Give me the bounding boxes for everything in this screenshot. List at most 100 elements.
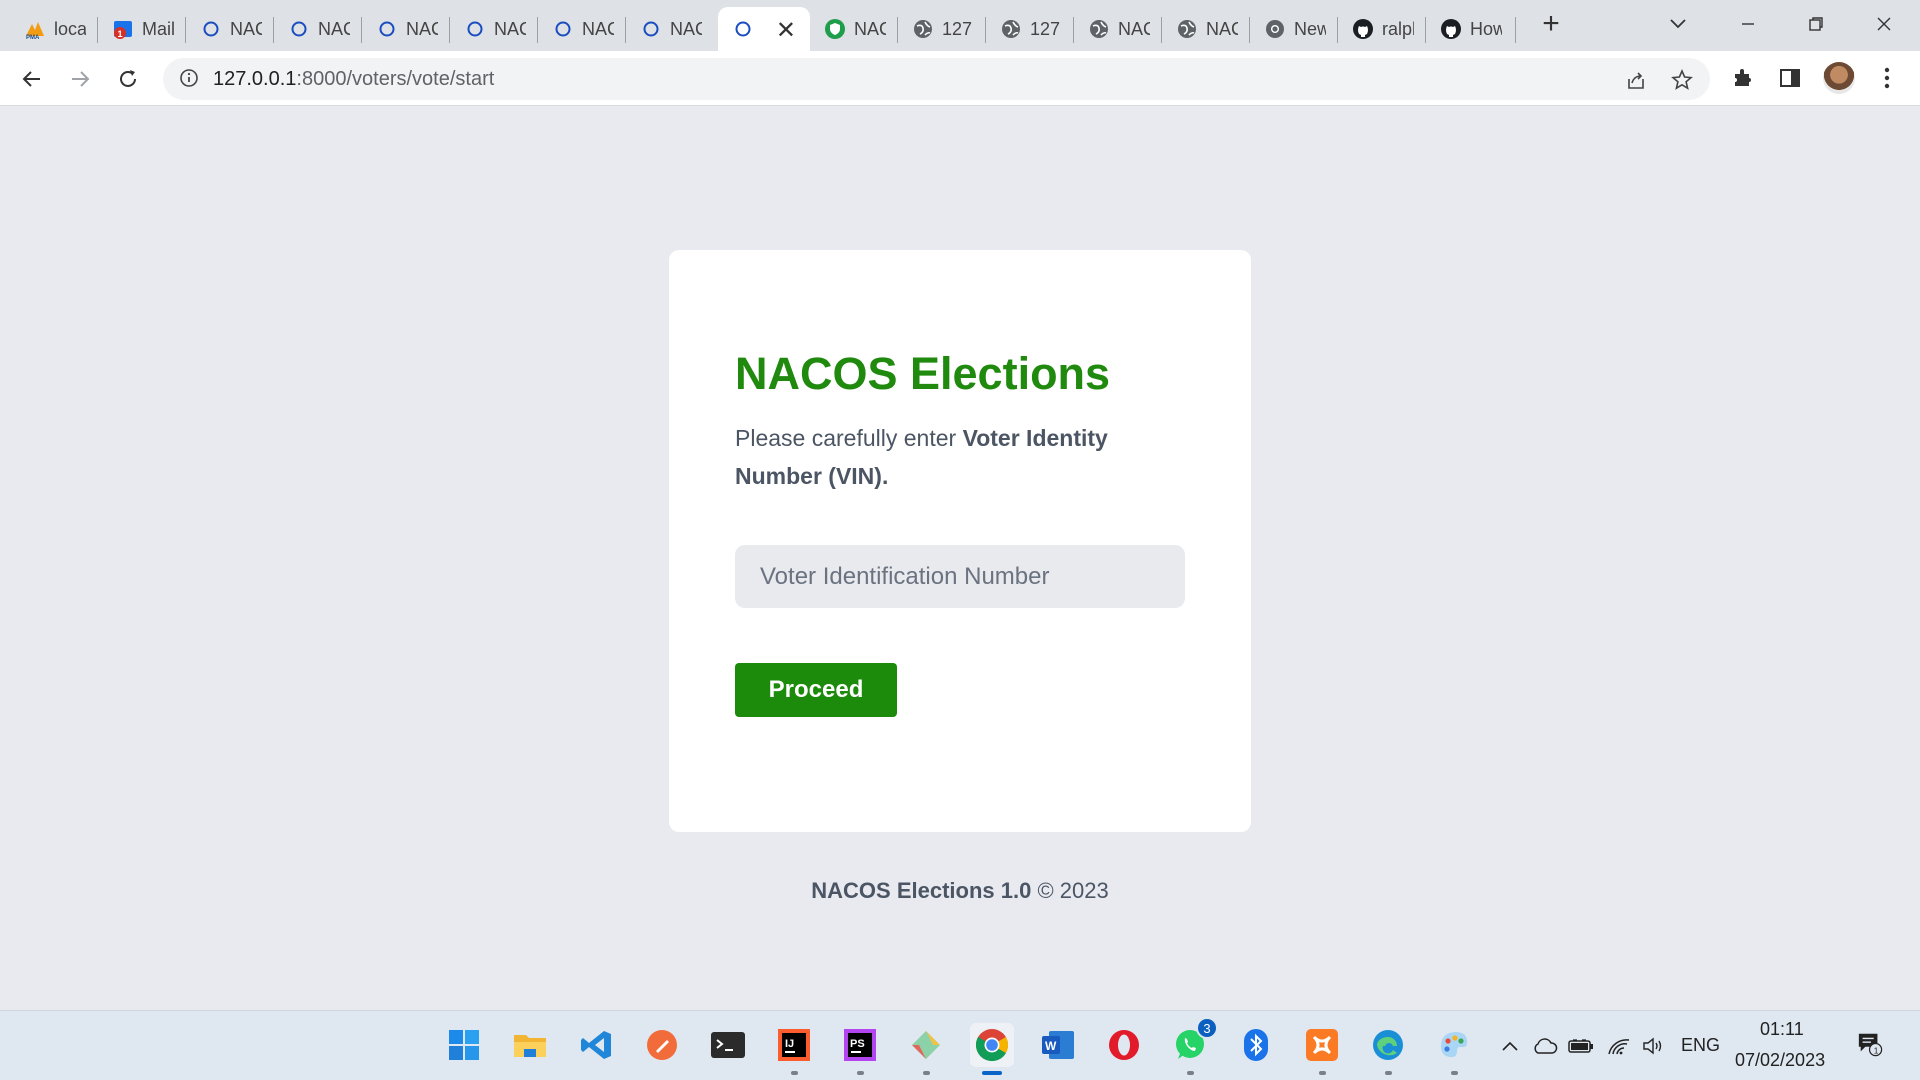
postman-icon[interactable] xyxy=(640,1023,684,1067)
share-icon[interactable] xyxy=(1623,67,1649,93)
loading-circle-icon xyxy=(640,18,662,40)
tab-title: NACOS xyxy=(854,18,886,39)
terminal-icon[interactable] xyxy=(706,1023,750,1067)
xampp-icon[interactable] xyxy=(1300,1023,1344,1075)
phpmyadmin-icon: PMA xyxy=(24,18,46,40)
tab-github-ralph[interactable]: ralph xyxy=(1338,7,1426,51)
tab-nacos-9[interactable]: NACOS xyxy=(1162,7,1250,51)
vote-start-card: NACOS Elections Please carefully enter V… xyxy=(669,250,1251,832)
back-button[interactable] xyxy=(16,63,48,95)
tab-nacos-8[interactable]: NACOS xyxy=(1074,7,1162,51)
tab-new[interactable]: New xyxy=(1250,7,1338,51)
bluetooth-icon[interactable] xyxy=(1234,1023,1278,1067)
tab-search-button[interactable] xyxy=(1648,4,1708,44)
browser-toolbar: 127.0.0.1:8000/voters/vote/start xyxy=(0,51,1920,106)
tab-mail[interactable]: 1 Mail xyxy=(98,7,186,51)
globe-icon xyxy=(1176,18,1198,40)
tab-nacos-4[interactable]: NACOS xyxy=(450,7,538,51)
tab-nacos-3[interactable]: NACOS xyxy=(362,7,450,51)
tab-title: NACOS xyxy=(1118,18,1150,39)
tab-nacos-5[interactable]: NACOS xyxy=(538,7,626,51)
file-explorer-icon[interactable] xyxy=(508,1023,552,1067)
opera-icon[interactable] xyxy=(1102,1023,1146,1067)
tab-title: NACOS xyxy=(494,18,526,39)
tab-active[interactable]: ✕ xyxy=(718,7,810,51)
clock-date[interactable]: 07/02/2023 xyxy=(1735,1050,1825,1071)
star-icon[interactable] xyxy=(1669,67,1695,93)
profile-avatar[interactable] xyxy=(1823,62,1855,94)
globe-icon xyxy=(1088,18,1110,40)
tab-nacos-7[interactable]: NACOS xyxy=(810,7,898,51)
tab-nacos-2[interactable]: NACOS xyxy=(274,7,362,51)
menu-kebab-icon[interactable] xyxy=(1873,64,1901,92)
tab-separator xyxy=(1515,17,1516,43)
svg-text:IJ: IJ xyxy=(785,1038,794,1050)
proceed-button[interactable]: Proceed xyxy=(735,663,897,717)
globe-icon xyxy=(1000,18,1022,40)
arrow-left-icon xyxy=(22,71,40,87)
arrow-right-icon xyxy=(72,71,90,87)
chevron-down-icon xyxy=(1670,19,1686,29)
paint-icon[interactable] xyxy=(1432,1023,1476,1075)
footer-copyright: © 2023 xyxy=(1031,878,1109,903)
tab-title: 127 xyxy=(1030,18,1061,39)
language-indicator[interactable]: ENG xyxy=(1681,1035,1720,1056)
windows-taskbar: IJ PS W 3 ENG 01:11 07/02/2023 1 xyxy=(0,1010,1920,1080)
tab-title: ralph xyxy=(1382,18,1414,39)
edge-icon[interactable] xyxy=(1366,1023,1410,1075)
new-tab-button[interactable]: + xyxy=(1535,9,1567,41)
phpstorm-icon[interactable]: PS xyxy=(838,1023,882,1075)
tab-nacos-6[interactable]: NACOS xyxy=(626,7,714,51)
clock-time[interactable]: 01:11 xyxy=(1760,1019,1804,1040)
url-host: 127.0.0.1 xyxy=(213,68,297,90)
chevron-up-icon[interactable] xyxy=(1497,1033,1523,1059)
restore-button[interactable] xyxy=(1786,4,1846,44)
mail-icon: 1 xyxy=(112,18,134,40)
vin-input[interactable] xyxy=(735,545,1185,608)
loading-circle-icon xyxy=(552,18,574,40)
intellij-icon[interactable]: IJ xyxy=(772,1023,816,1075)
info-icon[interactable] xyxy=(179,68,199,93)
notification-center-icon[interactable]: 1 xyxy=(1857,1031,1883,1057)
running-indicator xyxy=(1187,1071,1194,1075)
tab-localhost-127-2[interactable]: 127 xyxy=(986,7,1074,51)
tab-title: NACOS xyxy=(670,18,702,39)
whatsapp-icon[interactable]: 3 xyxy=(1168,1017,1218,1075)
git-icon[interactable] xyxy=(904,1023,948,1075)
url-text[interactable]: 127.0.0.1:8000/voters/vote/start xyxy=(213,68,494,91)
vscode-icon[interactable] xyxy=(574,1023,618,1067)
extensions-icon[interactable] xyxy=(1729,64,1757,92)
page-content: NACOS Elections Please carefully enter V… xyxy=(0,106,1920,1010)
chrome-icon xyxy=(1264,18,1286,40)
reload-button[interactable] xyxy=(112,63,144,95)
forward-button[interactable] xyxy=(64,63,96,95)
word-icon[interactable]: W xyxy=(1036,1023,1080,1067)
battery-icon[interactable] xyxy=(1568,1033,1594,1059)
chrome-taskbar-icon[interactable] xyxy=(970,1023,1014,1075)
running-indicator xyxy=(923,1071,930,1075)
page-title: NACOS Elections xyxy=(735,348,1111,399)
tab-title: New xyxy=(1294,18,1326,39)
side-panel-icon[interactable] xyxy=(1776,64,1804,92)
footer: NACOS Elections 1.0 © 2023 xyxy=(0,878,1920,904)
address-bar[interactable]: 127.0.0.1:8000/voters/vote/start xyxy=(163,58,1710,100)
tab-nacos-1[interactable]: NACOS xyxy=(186,7,274,51)
onedrive-cloud-icon[interactable] xyxy=(1532,1033,1558,1059)
tab-title: 127 xyxy=(942,18,973,39)
url-path: :8000/voters/vote/start xyxy=(296,68,495,90)
loading-circle-icon xyxy=(288,18,310,40)
windows-start-icon[interactable] xyxy=(442,1023,486,1067)
close-window-button[interactable] xyxy=(1854,4,1914,44)
instruction-prefix: Please carefully enter xyxy=(735,425,963,451)
close-tab-icon[interactable]: ✕ xyxy=(776,16,796,45)
svg-text:PMA: PMA xyxy=(26,35,40,40)
wifi-icon[interactable] xyxy=(1606,1033,1632,1059)
tab-github-how[interactable]: How xyxy=(1426,7,1516,51)
running-indicator xyxy=(1385,1071,1392,1075)
tab-localhost[interactable]: PMA localhost xyxy=(10,7,98,51)
running-indicator xyxy=(1451,1071,1458,1075)
tab-localhost-127-1[interactable]: 127 xyxy=(898,7,986,51)
running-indicator xyxy=(791,1071,798,1075)
volume-icon[interactable] xyxy=(1640,1033,1666,1059)
minimize-button[interactable] xyxy=(1718,4,1778,44)
